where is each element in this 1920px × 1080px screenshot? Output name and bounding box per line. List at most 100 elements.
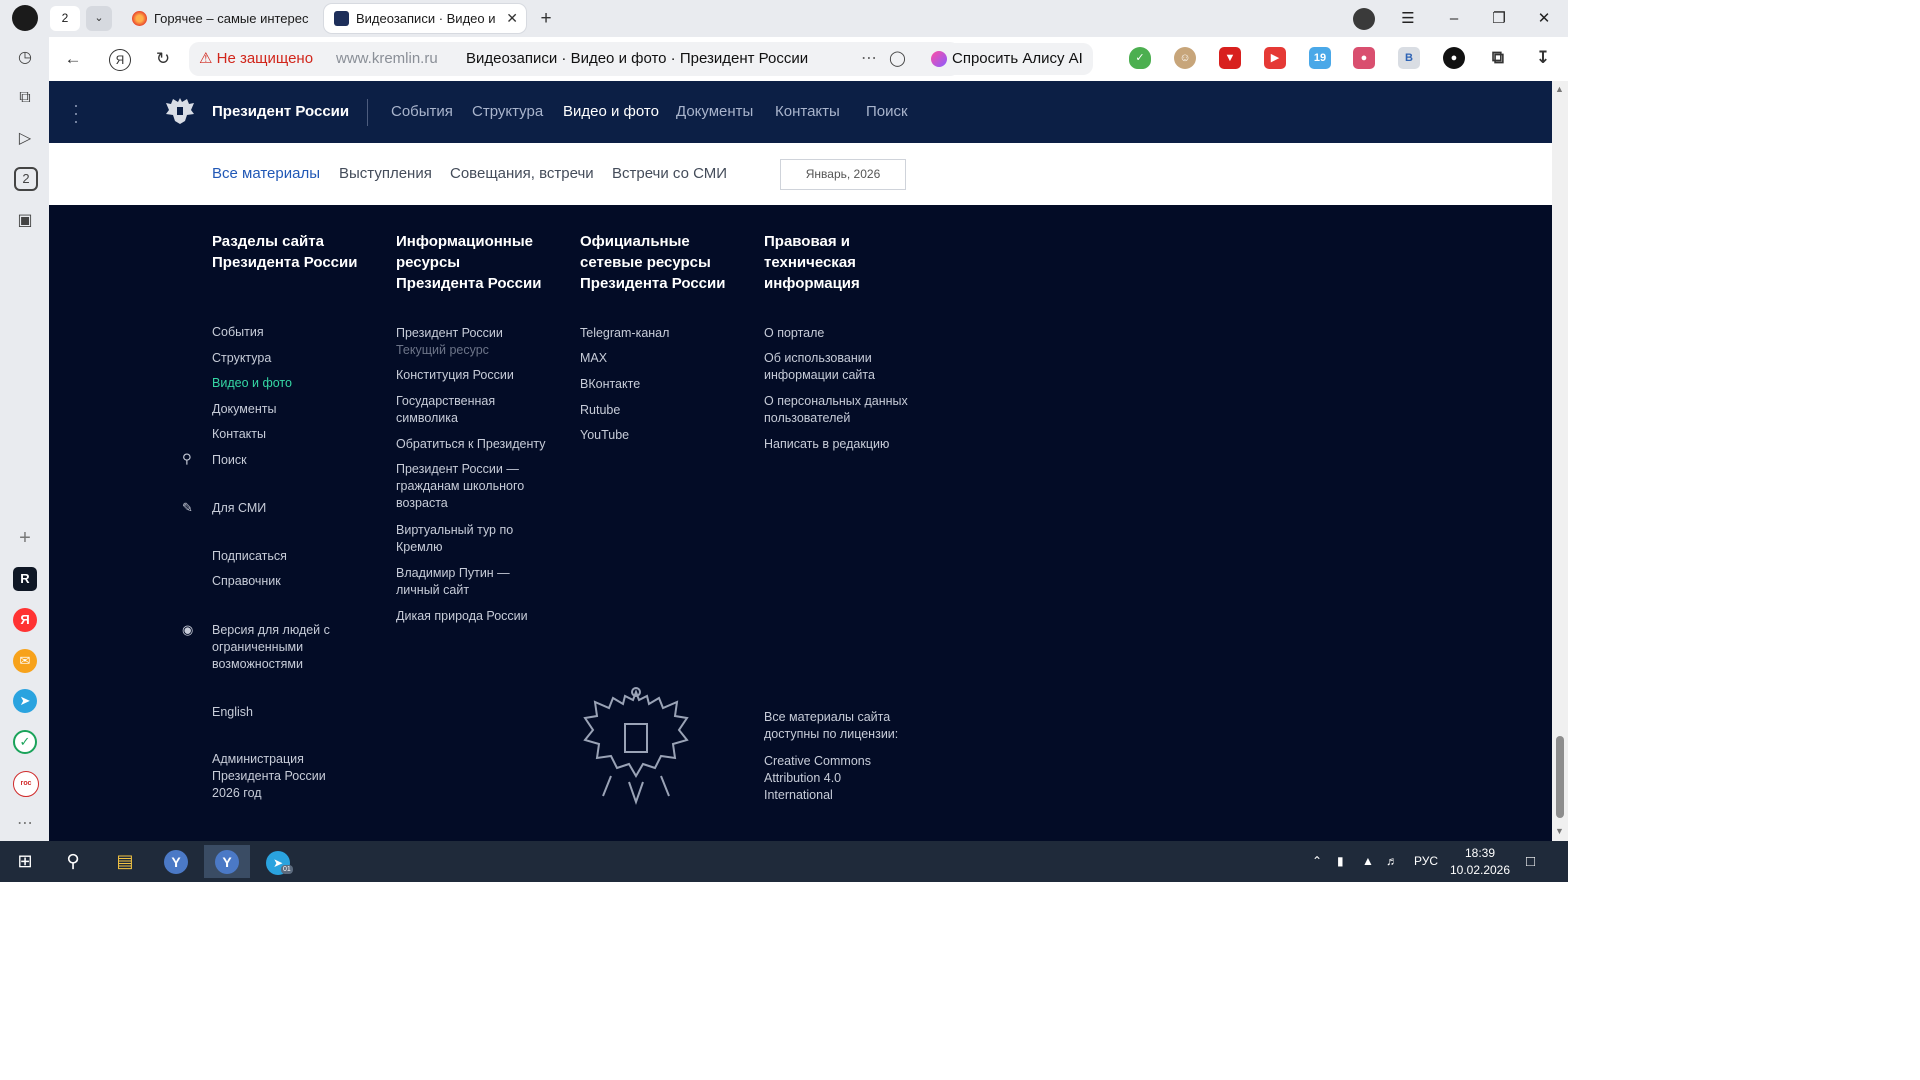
password-lock-extension-icon[interactable]: ● (1353, 47, 1375, 69)
search-icon[interactable]: ⚲ (50, 845, 96, 878)
more-icon[interactable]: ⋯ (861, 42, 877, 76)
browser-menu-icon[interactable]: ☰ (1386, 0, 1430, 37)
green-b-extension-icon[interactable]: ● (1443, 47, 1465, 69)
restore-window-icon[interactable]: ❐ (1477, 0, 1521, 37)
dislike-extension-icon[interactable]: ▼ (1219, 47, 1241, 69)
clock[interactable]: 18:39 10.02.2026 (1448, 845, 1512, 879)
windows-start-icon[interactable]: ⊞ (2, 845, 48, 878)
vk-extension-icon[interactable]: B (1398, 47, 1420, 69)
address-bar[interactable]: ⚠ Не защищено www.kremlin.ru Видеозаписи… (189, 42, 960, 76)
footer-link-state-symbols[interactable]: Государственная символика (396, 393, 516, 427)
telegram-app-icon[interactable]: ➤ (13, 689, 37, 713)
screenshot-icon[interactable]: ▣ (12, 208, 38, 234)
more-apps-icon[interactable]: ⋯ (12, 811, 38, 837)
footer-link-subscribe[interactable]: Подписаться (212, 548, 287, 565)
subnav-media-meetings[interactable]: Встречи со СМИ (612, 143, 727, 205)
yandex-account-avatar[interactable] (1353, 8, 1375, 30)
footer-link-reference[interactable]: Справочник (212, 573, 281, 590)
site-menu-icon[interactable]: · · · (73, 96, 79, 130)
footer-link-structure[interactable]: Структура (212, 350, 271, 367)
telegram-taskbar-icon[interactable]: ➤ 01 (255, 845, 301, 878)
subnav-all-materials[interactable]: Все материалы (212, 143, 320, 205)
yandex-browser-active-taskbar-icon[interactable]: Y (204, 845, 250, 878)
tab-kremlin-video[interactable]: Видеозаписи · Видео и ✕ (324, 4, 526, 33)
footer-link-constitution[interactable]: Конституция России (396, 367, 514, 384)
footer-link-english[interactable]: English (212, 704, 253, 721)
rutube-app-icon[interactable]: R (13, 567, 37, 591)
footer-link-about[interactable]: О портале (764, 325, 824, 342)
footer-link-vkontakte[interactable]: ВКонтакте (580, 376, 640, 393)
wifi-icon[interactable]: ▲ (1362, 841, 1374, 882)
footer-link-rutube[interactable]: Rutube (580, 402, 620, 419)
footer-link-accessibility[interactable]: Версия для людей с ограниченными возможн… (212, 622, 332, 673)
site-brand[interactable]: Президент России (212, 81, 349, 143)
footer-link-virtual-tour[interactable]: Виртуальный тур по Кремлю (396, 522, 526, 556)
back-arrow-icon[interactable]: ← (59, 45, 87, 73)
tab-hot-news[interactable]: Горячее – самые интерес (122, 4, 318, 33)
footer-link-max[interactable]: MAX (580, 350, 607, 367)
security-warning[interactable]: ⚠ Не защищено (199, 42, 313, 76)
gosuslugi-app-icon[interactable]: гос (13, 771, 39, 797)
footer-link-president-current[interactable]: Президент России Текущий ресурс (396, 325, 503, 359)
scroll-down-arrow-icon[interactable]: ▼ (1555, 826, 1564, 836)
footer-link-putin-site[interactable]: Владимир Путин — личный сайт (396, 565, 526, 599)
file-explorer-icon[interactable]: ▤ (102, 845, 148, 878)
download-icon[interactable]: ↧ (1532, 47, 1554, 69)
yandex-browser-taskbar-icon[interactable]: Y (153, 845, 199, 878)
browser-profile-avatar[interactable] (12, 5, 38, 31)
adguard-extension-icon[interactable]: ✓ (1129, 47, 1151, 69)
scroll-up-arrow-icon[interactable]: ▲ (1555, 84, 1564, 94)
footer-link-school[interactable]: Президент России — гражданам школьного в… (396, 461, 541, 512)
scrollbar-thumb[interactable] (1556, 736, 1564, 818)
minimize-window-icon[interactable]: – (1432, 0, 1476, 37)
tab-counter-button[interactable]: 2 (50, 6, 80, 31)
nav-search[interactable]: Поиск (866, 81, 908, 143)
collections-icon[interactable]: ⧉ (12, 85, 38, 111)
date-filter-select[interactable]: Январь, 2026 (780, 159, 906, 190)
volume-icon[interactable]: ♬ (1386, 841, 1398, 882)
close-window-icon[interactable]: ✕ (1522, 0, 1566, 37)
footer-link-appeal[interactable]: Обратиться к Президенту (396, 436, 545, 453)
battery-icon[interactable]: ▮ (1337, 841, 1344, 882)
history-icon[interactable]: ◷ (12, 45, 38, 71)
footer-link-info-usage[interactable]: Об использовании информации сайта (764, 350, 894, 384)
subnav-meetings[interactable]: Совещания, встречи (450, 143, 594, 205)
play-icon[interactable]: ▷ (12, 126, 38, 152)
footer-link-video-photo[interactable]: Видео и фото (212, 375, 292, 392)
youtube-shield-extension-icon[interactable]: ▶ (1264, 47, 1286, 69)
nav-video-photo[interactable]: Видео и фото (563, 81, 659, 143)
emoji-extension-icon[interactable]: ☺ (1174, 47, 1196, 69)
footer-link-license[interactable]: Creative Commons Attribution 4.0 Interna… (764, 753, 884, 804)
footer-link-contacts[interactable]: Контакты (212, 426, 266, 443)
tab-count-icon[interactable]: 2 (14, 167, 38, 191)
footer-link-youtube[interactable]: YouTube (580, 427, 629, 444)
footer-link-events[interactable]: События (212, 324, 264, 341)
weather-extension-icon[interactable]: 19 (1309, 47, 1331, 69)
extensions-puzzle-icon[interactable]: ⧉ (1487, 47, 1509, 69)
input-language[interactable]: РУС (1414, 841, 1438, 882)
footer-link-search[interactable]: Поиск (212, 452, 247, 469)
nav-events[interactable]: События (391, 81, 453, 143)
footer-link-wildlife[interactable]: Дикая природа России (396, 608, 528, 625)
footer-link-telegram[interactable]: Telegram-канал (580, 325, 669, 342)
page-scrollbar[interactable]: ▲ ▼ (1552, 81, 1568, 841)
footer-link-personal-data[interactable]: О персональных данных пользователей (764, 393, 909, 427)
notifications-icon[interactable]: □ (1526, 841, 1535, 882)
chevron-down-icon[interactable]: ⌄ (86, 6, 112, 31)
reload-icon[interactable]: ↻ (149, 45, 177, 73)
close-tab-icon[interactable]: ✕ (506, 4, 518, 33)
yandex-app-icon[interactable]: Я (13, 608, 37, 632)
mail-app-icon[interactable]: ✉ (13, 649, 37, 673)
nav-contacts[interactable]: Контакты (775, 81, 840, 143)
footer-link-write-editor[interactable]: Написать в редакцию (764, 436, 889, 453)
add-app-icon[interactable]: + (12, 525, 38, 551)
subnav-speeches[interactable]: Выступления (339, 143, 432, 205)
new-tab-button[interactable]: + (534, 6, 558, 31)
ask-alice-button[interactable]: Спросить Алису AI (924, 43, 1093, 75)
show-hidden-icons-icon[interactable]: ⌃ (1312, 841, 1322, 882)
nav-structure[interactable]: Структура (472, 81, 543, 143)
checklist-app-icon[interactable]: ✓ (13, 730, 37, 754)
yandex-home-icon[interactable]: Я (109, 49, 131, 71)
nav-documents[interactable]: Документы (676, 81, 753, 143)
footer-link-documents[interactable]: Документы (212, 401, 276, 418)
